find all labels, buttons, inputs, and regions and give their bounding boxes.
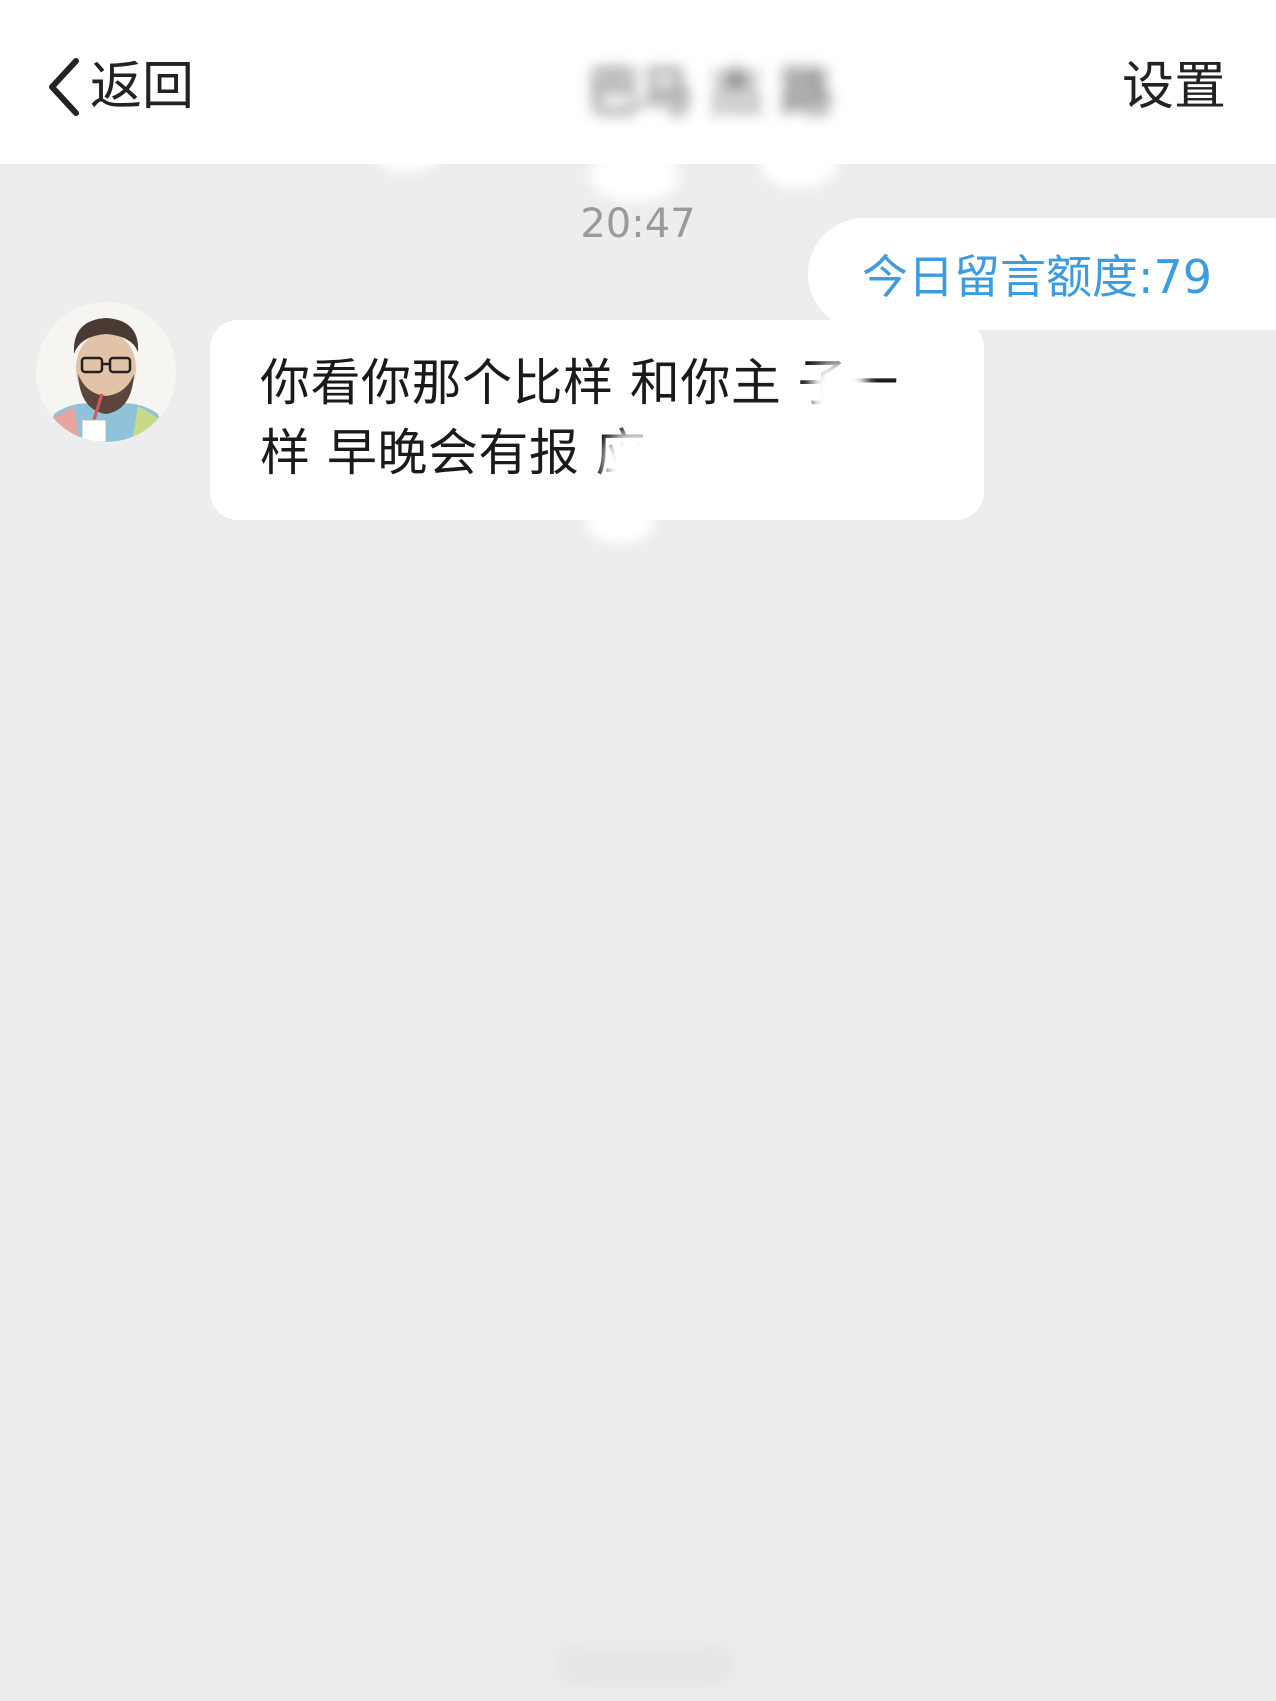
back-button[interactable]: 返回 [44,52,194,122]
redaction-blot [590,150,680,202]
redaction-blot [604,432,666,496]
header-bar: 返回 巴马 杰 路 设置 [0,0,1276,164]
watermark [555,1645,735,1685]
back-label: 返回 [90,57,195,117]
redaction-blot [810,362,868,426]
message-bubble[interactable]: 你看你那个比样 和你主 子一样 早晚会有报 应 [210,320,984,520]
chat-title-text: 巴马 杰 路 [587,62,833,123]
chevron-left-icon [49,58,79,116]
avatar[interactable] [36,302,176,442]
message-quota-badge: 今日留言额度:79 [808,218,1276,330]
redaction-blot [585,500,655,544]
avatar-illustration [36,302,176,442]
settings-button[interactable]: 设置 [1122,52,1226,122]
message-quota-text: 今日留言额度:79 [862,250,1213,304]
redaction-blot [372,128,442,172]
chat-title: 巴马 杰 路 [470,52,950,123]
redaction-blot [760,140,838,188]
